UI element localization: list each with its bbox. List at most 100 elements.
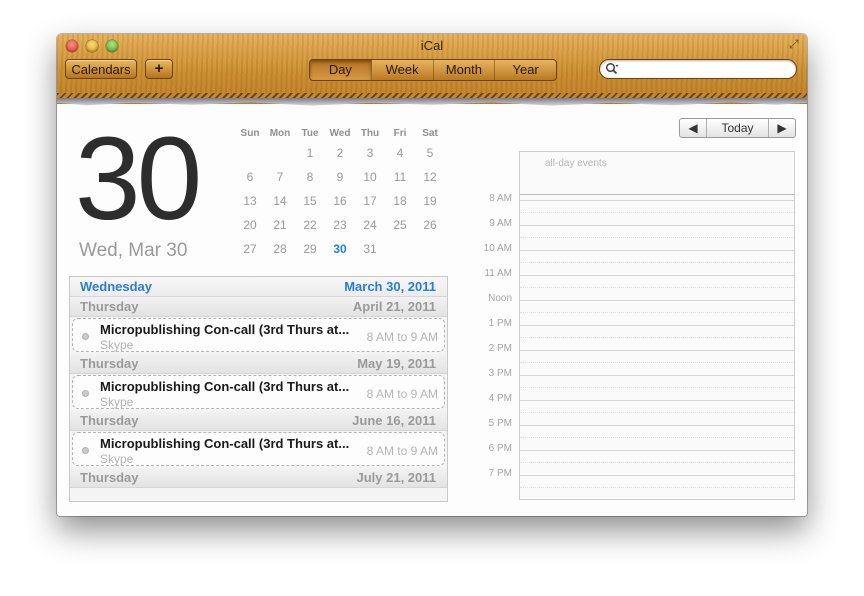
torn-paper-edge bbox=[57, 98, 807, 106]
mini-calendar-day[interactable]: 8 bbox=[295, 165, 325, 189]
hour-label: 9 AM bbox=[489, 218, 512, 229]
mini-calendar-day[interactable] bbox=[235, 141, 265, 165]
half-hour-line bbox=[520, 462, 794, 463]
hour-line bbox=[520, 425, 794, 426]
all-day-area[interactable]: all-day events bbox=[520, 152, 794, 195]
hour-line bbox=[520, 275, 794, 276]
add-calendar-button[interactable]: + bbox=[145, 59, 173, 79]
mini-calendar-day[interactable]: 24 bbox=[355, 213, 385, 237]
mini-calendar-day[interactable]: 22 bbox=[295, 213, 325, 237]
mini-calendar-day[interactable]: 15 bbox=[295, 189, 325, 213]
mini-calendar-day[interactable]: 3 bbox=[355, 141, 385, 165]
hour-label: 1 PM bbox=[488, 318, 512, 329]
mini-calendar-day[interactable]: 12 bbox=[415, 165, 445, 189]
tab-day[interactable]: Day bbox=[310, 60, 372, 80]
mini-calendar-day[interactable]: 4 bbox=[385, 141, 415, 165]
day-header-weekday: Thursday bbox=[80, 413, 139, 428]
mini-calendar-day[interactable]: 31 bbox=[355, 237, 385, 261]
mini-calendar-week: 6 7 8 9 10 11 12 bbox=[235, 165, 445, 189]
day-header-date: July 21, 2011 bbox=[356, 470, 436, 485]
mini-calendar-week: 13 14 15 16 17 18 19 bbox=[235, 189, 445, 213]
mini-calendar-day[interactable]: 10 bbox=[355, 165, 385, 189]
weekday-label: Sun bbox=[240, 128, 260, 139]
day-header: Thursday May 19, 2011 bbox=[70, 354, 447, 374]
weekday-label: Fri bbox=[393, 128, 407, 139]
search-field[interactable] bbox=[599, 59, 797, 79]
event-title: Micropublishing Con-call (3rd Thurs at..… bbox=[100, 322, 350, 337]
date-navigation: ◀ Today ▶ bbox=[679, 118, 796, 138]
day-header-date: May 19, 2011 bbox=[357, 356, 436, 371]
mini-calendar-day[interactable]: 17 bbox=[355, 189, 385, 213]
hour-line bbox=[520, 350, 794, 351]
mini-calendar-day[interactable]: 27 bbox=[235, 237, 265, 261]
hour-line bbox=[520, 375, 794, 376]
mini-calendar-day[interactable]: 2 bbox=[325, 141, 355, 165]
mini-calendar-day[interactable]: 25 bbox=[385, 213, 415, 237]
mini-calendar-day[interactable]: 6 bbox=[235, 165, 265, 189]
mini-calendar-day[interactable]: 21 bbox=[265, 213, 295, 237]
mini-calendar-day[interactable]: 13 bbox=[235, 189, 265, 213]
event-item[interactable]: Micropublishing Con-call (3rd Thurs at..… bbox=[72, 318, 445, 352]
calendar-dot-icon bbox=[82, 447, 89, 454]
view-switcher: Day Week Month Year bbox=[309, 59, 557, 81]
calendar-dot-icon bbox=[82, 333, 89, 340]
hour-line bbox=[520, 400, 794, 401]
calendar-content: 30 Wed, Mar 30 Sun Mon Tue Wed Thu Fri S… bbox=[57, 106, 807, 516]
day-header-weekday: Thursday bbox=[80, 356, 139, 371]
mini-calendar-day[interactable]: 18 bbox=[385, 189, 415, 213]
event-item[interactable]: Micropublishing Con-call (3rd Thurs at..… bbox=[72, 432, 445, 466]
window-title: iCal bbox=[420, 38, 444, 53]
half-hour-line bbox=[520, 387, 794, 388]
today-button[interactable]: Today bbox=[707, 119, 768, 137]
half-hour-line bbox=[520, 287, 794, 288]
event-title: Micropublishing Con-call (3rd Thurs at..… bbox=[100, 379, 350, 394]
weekday-label: Sat bbox=[422, 128, 438, 139]
event-list: Wednesday March 30, 2011 Thursday April … bbox=[69, 276, 448, 502]
hour-label: 3 PM bbox=[488, 368, 512, 379]
next-day-button[interactable]: ▶ bbox=[768, 119, 795, 137]
hour-line bbox=[520, 300, 794, 301]
search-input[interactable] bbox=[624, 61, 793, 79]
hour-label: 4 PM bbox=[488, 393, 512, 404]
mini-calendar-day[interactable]: 1 bbox=[295, 141, 325, 165]
calendars-button[interactable]: Calendars bbox=[65, 59, 137, 79]
mini-calendar-day[interactable] bbox=[265, 141, 295, 165]
tab-week[interactable]: Week bbox=[372, 60, 434, 80]
mini-calendar-day[interactable]: 16 bbox=[325, 189, 355, 213]
hour-line bbox=[520, 475, 794, 476]
mini-calendar-today[interactable]: 30 bbox=[325, 237, 355, 261]
fullscreen-icon[interactable]: ⤢ bbox=[789, 38, 801, 50]
toolbar: iCal ⤢ Calendars + Day Week Month Year bbox=[57, 34, 807, 106]
mini-calendar: Sun Mon Tue Wed Thu Fri Sat 1 2 3 4 5 6 … bbox=[235, 128, 445, 261]
mini-calendar-day[interactable] bbox=[385, 237, 415, 261]
mini-calendar-day[interactable]: 11 bbox=[385, 165, 415, 189]
mini-calendar-day[interactable]: 29 bbox=[295, 237, 325, 261]
day-header-weekday: Thursday bbox=[80, 299, 139, 314]
mini-calendar-day[interactable]: 7 bbox=[265, 165, 295, 189]
day-grid[interactable]: all-day events bbox=[519, 151, 795, 500]
search-icon[interactable] bbox=[605, 62, 619, 76]
weekday-label: Wed bbox=[329, 128, 351, 139]
tab-year[interactable]: Year bbox=[495, 60, 556, 80]
half-hour-line bbox=[520, 337, 794, 338]
day-header-date: June 16, 2011 bbox=[352, 413, 436, 428]
selected-date-label: Wed, Mar 30 bbox=[79, 240, 188, 261]
mini-calendar-day[interactable] bbox=[415, 237, 445, 261]
hour-label: 2 PM bbox=[488, 343, 512, 354]
mini-calendar-day[interactable]: 14 bbox=[265, 189, 295, 213]
mini-calendar-day[interactable]: 28 bbox=[265, 237, 295, 261]
previous-day-button[interactable]: ◀ bbox=[680, 119, 707, 137]
calendar-dot-icon bbox=[82, 390, 89, 397]
event-location: Skype bbox=[100, 338, 134, 352]
tab-month[interactable]: Month bbox=[434, 60, 496, 80]
event-time: 8 AM to 9 AM bbox=[366, 387, 438, 401]
event-item[interactable]: Micropublishing Con-call (3rd Thurs at..… bbox=[72, 375, 445, 409]
mini-calendar-day[interactable]: 9 bbox=[325, 165, 355, 189]
mini-calendar-day[interactable]: 23 bbox=[325, 213, 355, 237]
day-header-date: March 30, 2011 bbox=[344, 279, 436, 294]
mini-calendar-day[interactable]: 26 bbox=[415, 213, 445, 237]
mini-calendar-day[interactable]: 20 bbox=[235, 213, 265, 237]
mini-calendar-day[interactable]: 19 bbox=[415, 189, 445, 213]
mini-calendar-day[interactable]: 5 bbox=[415, 141, 445, 165]
mini-calendar-weekdays: Sun Mon Tue Wed Thu Fri Sat bbox=[235, 128, 445, 139]
